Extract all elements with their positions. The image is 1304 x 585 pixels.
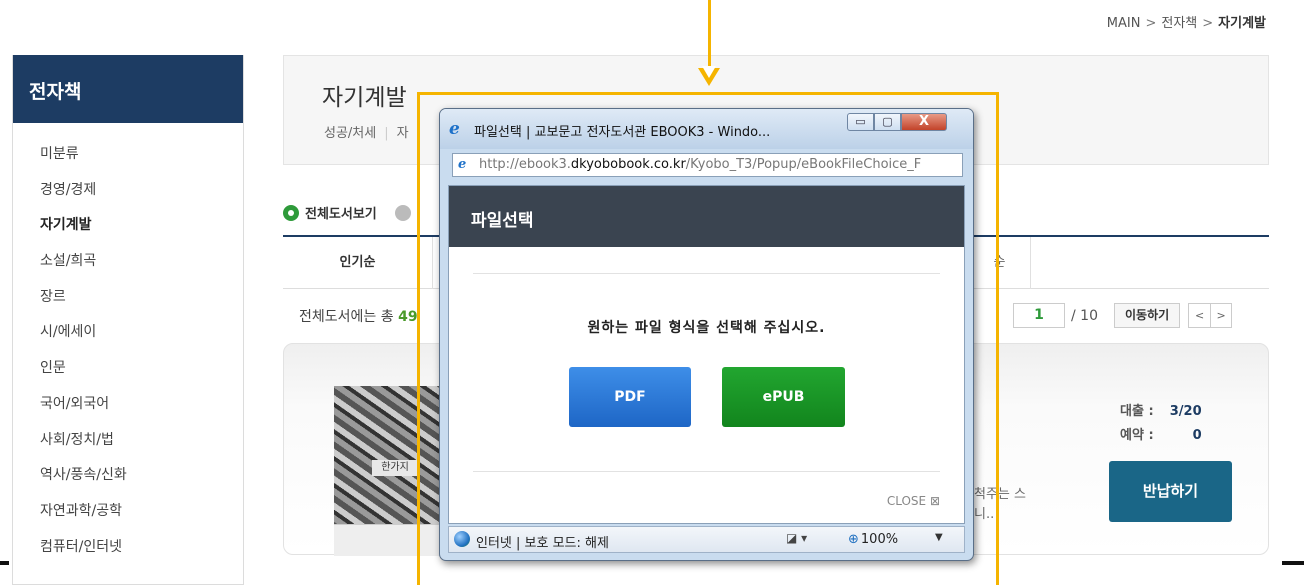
page-number-input[interactable]: 1 xyxy=(1013,303,1065,328)
radio-selected-icon[interactable] xyxy=(283,204,299,221)
divider xyxy=(473,273,940,274)
sidebar-item-computer[interactable]: 컴퓨터/인터넷 xyxy=(40,530,243,566)
maximize-button[interactable]: ▢ xyxy=(874,113,901,131)
subcategory-separator: | xyxy=(384,126,389,141)
sidebar-item-languages[interactable]: 국어/외국어 xyxy=(40,387,243,423)
next-page-icon[interactable]: > xyxy=(1210,303,1233,328)
reserve-label: 예약 : xyxy=(1120,428,1154,443)
breadcrumb-separator: > xyxy=(1202,16,1214,31)
dialog-title: 파일선택 xyxy=(449,186,964,247)
tab-popular[interactable]: 인기순 xyxy=(283,237,433,289)
annotation-arrow-line xyxy=(708,0,711,75)
category-sidebar: 전자책 미분류 경영/경제 자기계발 소설/희곡 장르 시/에세이 인문 국어/… xyxy=(12,55,244,585)
sidebar-item-self-development[interactable]: 자기계발 xyxy=(40,208,243,244)
book-cover-title: 한가지 xyxy=(372,460,418,476)
radio-unselected-icon[interactable] xyxy=(394,204,411,221)
popup-content: 파일선택 원하는 파일 형식을 선택해 주십시오. PDF ePUB CLOSE… xyxy=(448,185,965,524)
loan-value: 3/20 xyxy=(1169,404,1202,419)
loan-label: 대출 : xyxy=(1120,404,1154,419)
url-prefix: http://ebook3. xyxy=(479,157,571,172)
sidebar-item-business[interactable]: 경영/경제 xyxy=(40,173,243,209)
subcategory-success[interactable]: 성공/처세 xyxy=(324,126,376,141)
total-count-label: 전체도서에는 총 xyxy=(299,309,394,325)
divider xyxy=(0,561,9,565)
breadcrumb-current: 자기계발 xyxy=(1218,16,1266,31)
zoom-control[interactable]: ⊕ 100% xyxy=(848,532,898,547)
address-bar[interactable]: e http://ebook3.dkyobobook.co.kr/Kyobo_T3… xyxy=(452,153,963,177)
breadcrumb-main[interactable]: MAIN xyxy=(1107,16,1141,31)
close-dialog-link[interactable]: CLOSE ⊠ xyxy=(887,494,940,508)
view-filter: 전체도서보기 xyxy=(283,203,411,222)
go-to-page-button[interactable]: 이동하기 xyxy=(1113,303,1181,328)
reserve-value: 0 xyxy=(1192,428,1202,443)
page-icon: e xyxy=(458,157,467,172)
epub-button[interactable]: ePUB xyxy=(722,367,845,427)
dialog-message: 원하는 파일 형식을 선택해 주십시오. xyxy=(587,320,826,336)
sidebar-item-science[interactable]: 자연과학/공학 xyxy=(40,494,243,530)
page-title: 자기계발 xyxy=(322,85,407,111)
security-settings-icon[interactable]: ◪ ▾ xyxy=(786,531,807,545)
subcategory-next[interactable]: 자 xyxy=(397,126,409,141)
breadcrumb-separator: > xyxy=(1145,16,1157,31)
zoom-dropdown-icon[interactable]: ▼ xyxy=(935,532,943,543)
total-count: 전체도서에는 총 49 xyxy=(299,306,418,326)
sidebar-title: 전자책 xyxy=(13,55,243,123)
window-controls: ▭ ▢ X xyxy=(847,113,947,131)
divider xyxy=(1282,561,1304,565)
sidebar-item-history[interactable]: 역사/풍속/신화 xyxy=(40,458,243,494)
return-book-button[interactable]: 반납하기 xyxy=(1109,461,1232,522)
file-choice-popup-window: e 파일선택 | 교보문고 전자도서관 EBOOK3 - Windo... ▭ … xyxy=(439,108,974,561)
security-zone-text: 인터넷 | 보호 모드: 해제 xyxy=(476,536,609,551)
minimize-button[interactable]: ▭ xyxy=(847,113,874,131)
sidebar-item-society[interactable]: 사회/정치/법 xyxy=(40,423,243,459)
view-all-label[interactable]: 전체도서보기 xyxy=(305,203,377,222)
category-list: 미분류 경영/경제 자기계발 소설/희곡 장르 시/에세이 인문 국어/외국어 … xyxy=(13,123,243,565)
globe-icon xyxy=(454,531,470,547)
prev-page-icon[interactable]: < xyxy=(1188,303,1211,328)
status-bar: 인터넷 | 보호 모드: 해제 ◪ ▾ ⊕ 100% ▼ xyxy=(448,526,965,553)
url-domain: dkyobobook.co.kr xyxy=(570,157,686,172)
url-path: /Kyobo_T3/Popup/eBookFileChoice_F xyxy=(685,157,922,172)
zoom-icon: ⊕ xyxy=(848,532,859,547)
loan-status: 대출 : 3/20 예약 : 0 xyxy=(1120,400,1202,448)
total-count-number: 49 xyxy=(398,309,418,325)
sidebar-item-novel[interactable]: 소설/희곡 xyxy=(40,244,243,280)
breadcrumb: MAIN > 전자책 > 자기계발 xyxy=(1107,12,1266,31)
window-title: 파일선택 | 교보문고 전자도서관 EBOOK3 - Windo... xyxy=(474,125,771,140)
zoom-level: 100% xyxy=(860,532,899,547)
breadcrumb-ebook[interactable]: 전자책 xyxy=(1161,16,1197,31)
internet-explorer-icon: e xyxy=(449,119,460,139)
window-titlebar[interactable]: e 파일선택 | 교보문고 전자도서관 EBOOK3 - Windo... ▭ … xyxy=(440,109,973,149)
sidebar-item-genre[interactable]: 장르 xyxy=(40,280,243,316)
sidebar-item-poetry-essay[interactable]: 시/에세이 xyxy=(40,315,243,351)
annotation-arrow-icon xyxy=(698,66,720,86)
page-total: / 10 xyxy=(1071,307,1098,324)
subcategory-links: 성공/처세 | 자 xyxy=(324,122,409,141)
divider xyxy=(473,471,940,472)
pdf-button[interactable]: PDF xyxy=(569,367,691,427)
sidebar-item-humanities[interactable]: 인문 xyxy=(40,351,243,387)
close-window-button[interactable]: X xyxy=(901,113,947,131)
pagination: 1 / 10 이동하기 < > xyxy=(1013,303,1233,328)
sidebar-item-uncategorized[interactable]: 미분류 xyxy=(40,137,243,173)
